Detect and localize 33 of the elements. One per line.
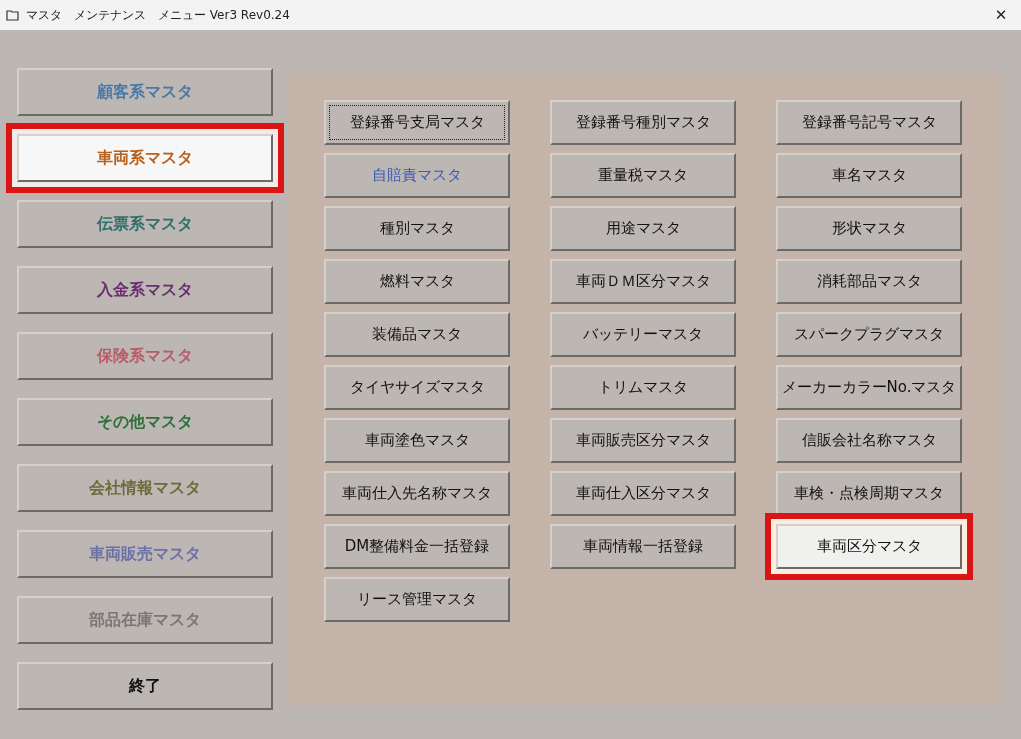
master-button[interactable]: 消耗部品マスタ — [776, 259, 962, 304]
category-button[interactable]: 終了 — [17, 662, 273, 710]
master-button[interactable]: 登録番号種別マスタ — [550, 100, 736, 145]
master-button[interactable]: トリムマスタ — [550, 365, 736, 410]
master-button[interactable]: 車両情報一括登録 — [550, 524, 736, 569]
master-button[interactable]: 車検・点検周期マスタ — [776, 471, 962, 516]
window-title: マスタ メンテナンス メニュー Ver3 Rev0.24 — [26, 7, 290, 24]
master-button[interactable]: 車名マスタ — [776, 153, 962, 198]
master-button[interactable]: DM整備料金一括登録 — [324, 524, 510, 569]
master-button[interactable]: 車両販売区分マスタ — [550, 418, 736, 463]
master-button[interactable]: 登録番号記号マスタ — [776, 100, 962, 145]
master-button[interactable]: スパークプラグマスタ — [776, 312, 962, 357]
master-button[interactable]: 車両仕入先名称マスタ — [324, 471, 510, 516]
master-button[interactable]: 車両ＤＭ区分マスタ — [550, 259, 736, 304]
master-button[interactable]: 種別マスタ — [324, 206, 510, 251]
master-button[interactable]: 用途マスタ — [550, 206, 736, 251]
master-button[interactable]: タイヤサイズマスタ — [324, 365, 510, 410]
master-button[interactable]: 燃料マスタ — [324, 259, 510, 304]
master-button[interactable]: バッテリーマスタ — [550, 312, 736, 357]
folder-icon — [6, 9, 20, 21]
master-button[interactable]: 形状マスタ — [776, 206, 962, 251]
master-button[interactable]: 装備品マスタ — [324, 312, 510, 357]
master-button[interactable]: リース管理マスタ — [324, 577, 510, 622]
master-button[interactable]: 車両区分マスタ — [776, 524, 962, 569]
category-button[interactable]: 車両系マスタ — [17, 134, 273, 182]
master-button[interactable]: 重量税マスタ — [550, 153, 736, 198]
master-button[interactable]: 車両仕入区分マスタ — [550, 471, 736, 516]
master-button[interactable]: 登録番号支局マスタ — [324, 100, 510, 145]
category-button[interactable]: 入金系マスタ — [17, 266, 273, 314]
master-button[interactable]: 信販会社名称マスタ — [776, 418, 962, 463]
master-button[interactable]: 車両塗色マスタ — [324, 418, 510, 463]
close-button[interactable]: ✕ — [981, 0, 1021, 30]
master-button[interactable]: メーカーカラーNo.マスタ — [776, 365, 962, 410]
